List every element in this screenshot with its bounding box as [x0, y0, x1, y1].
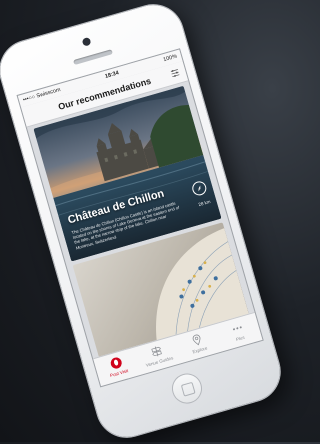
map-pin-icon — [192, 334, 201, 346]
clock: 18:34 — [104, 70, 120, 80]
phone-body: •••○○ Swisscom 18:34 100% Our recommenda… — [0, 0, 287, 444]
app-screen: •••○○ Swisscom 18:34 100% Our recommenda… — [16, 48, 264, 388]
phone-mockup: •••○○ Swisscom 18:34 100% Our recommenda… — [0, 0, 287, 444]
front-camera — [81, 36, 92, 47]
tab-label-plus: Plus — [235, 334, 246, 343]
sliders-icon[interactable] — [170, 68, 181, 79]
signpost-icon — [151, 346, 162, 357]
battery-label: 100% — [162, 53, 178, 64]
pin-icon — [110, 357, 122, 369]
earpiece-speaker — [73, 49, 113, 66]
more-icon — [232, 326, 242, 331]
home-button[interactable] — [168, 369, 206, 408]
tab-label-venue-guides: Venue Guides — [145, 355, 174, 368]
